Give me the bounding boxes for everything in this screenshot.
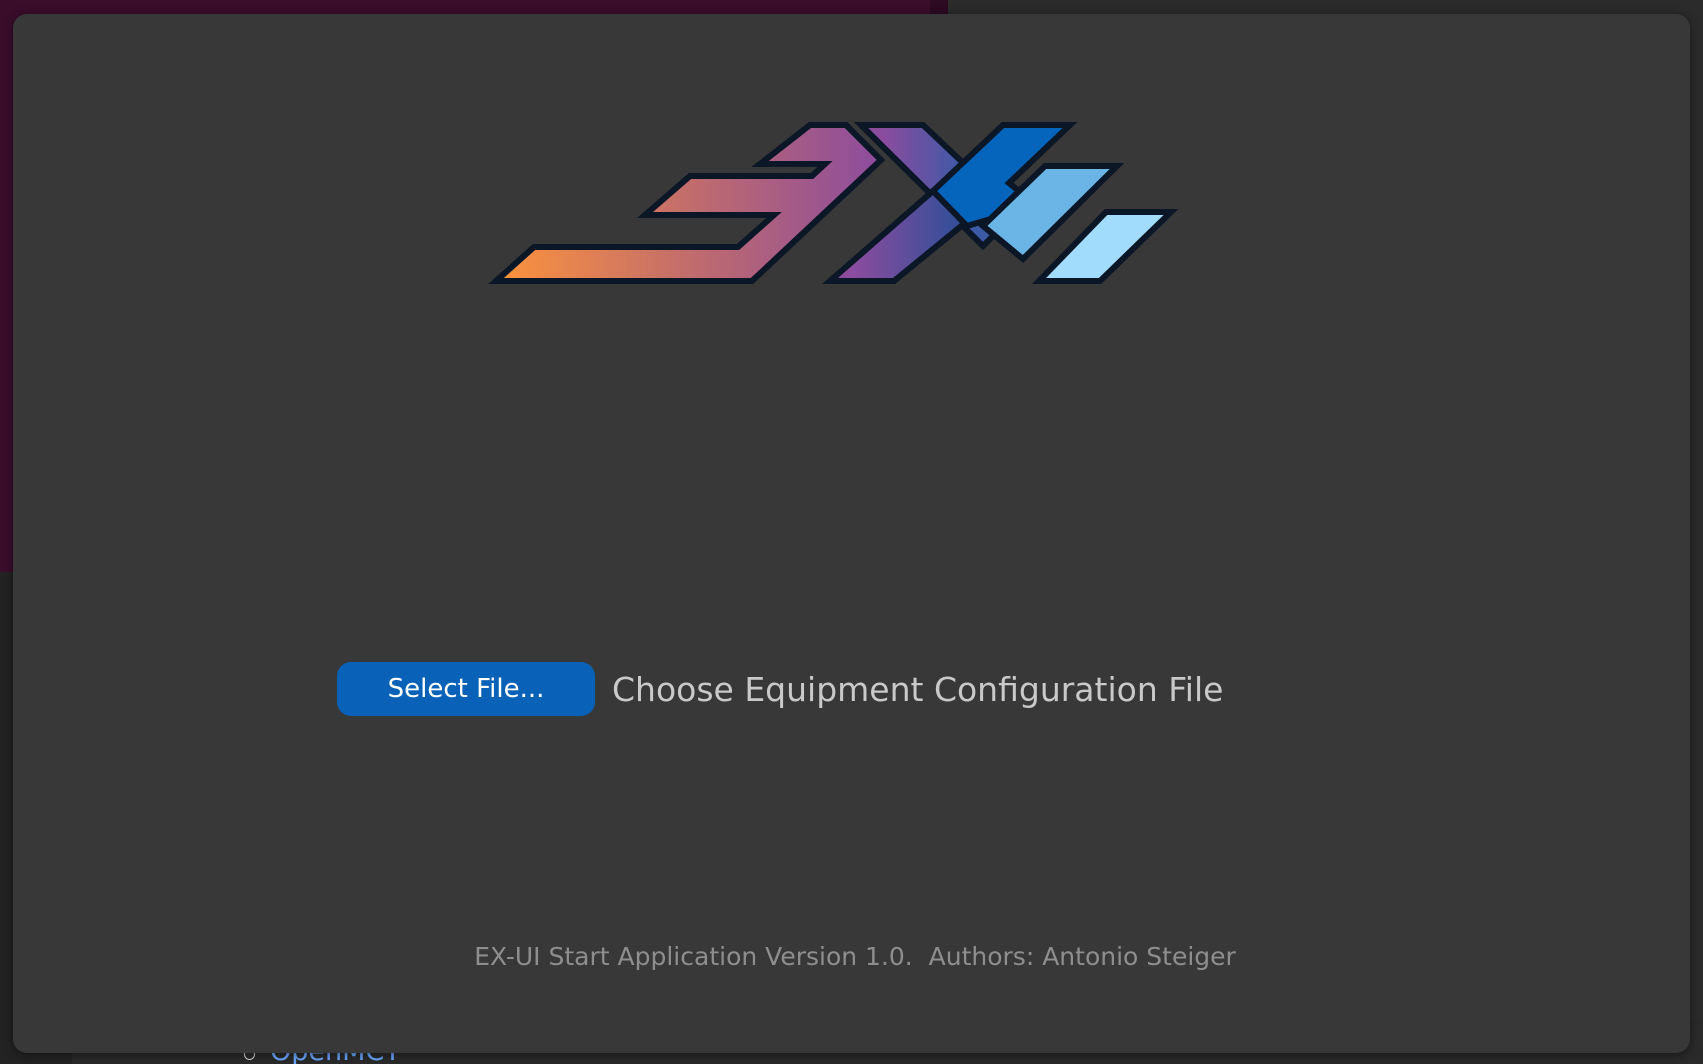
file-prompt-label: Choose Equipment Configuration File xyxy=(612,669,1224,709)
start-application-window: Select File... Choose Equipment Configur… xyxy=(13,14,1690,1053)
select-file-button[interactable]: Select File... xyxy=(337,662,595,716)
exui-logo-icon xyxy=(488,122,1179,284)
footer-version-text: EX-UI Start Application Version 1.0. Aut… xyxy=(474,942,1236,971)
file-selection-row: Select File... Choose Equipment Configur… xyxy=(337,662,1223,716)
